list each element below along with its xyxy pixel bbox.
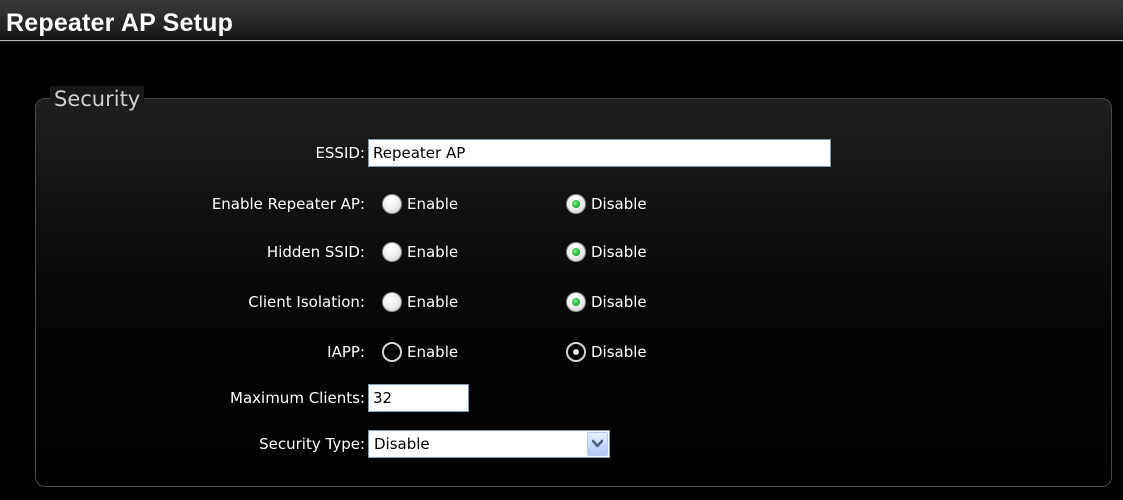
- client-isolation-enable-radio[interactable]: [382, 292, 402, 312]
- enable-repeater-ap-enable-text: Enable: [407, 195, 459, 213]
- hidden-ssid-disable-text: Disable: [591, 243, 647, 261]
- hidden-ssid-row: Hidden SSID: Enable Disable: [0, 237, 1123, 267]
- iapp-disable-radio[interactable]: [566, 342, 586, 362]
- iapp-label: IAPP:: [327, 343, 365, 361]
- hidden-ssid-enable-text: Enable: [407, 243, 459, 261]
- enable-repeater-ap-enable-option[interactable]: Enable: [382, 189, 458, 219]
- page-title: Repeater AP Setup: [6, 9, 234, 37]
- client-isolation-enable-text: Enable: [407, 293, 459, 311]
- iapp-enable-radio[interactable]: [382, 342, 402, 362]
- enable-repeater-ap-disable-option[interactable]: Disable: [566, 189, 647, 219]
- security-type-select[interactable]: Disable: [368, 430, 610, 458]
- chevron-down-icon[interactable]: [587, 432, 608, 456]
- maximum-clients-label: Maximum Clients:: [230, 389, 365, 407]
- iapp-row: IAPP: Enable Disable: [0, 337, 1123, 367]
- client-isolation-disable-option[interactable]: Disable: [566, 287, 647, 317]
- enable-repeater-ap-label: Enable Repeater AP:: [211, 195, 365, 213]
- essid-row: ESSID: Repeater AP: [0, 138, 1123, 168]
- client-isolation-row: Client Isolation: Enable Disable: [0, 287, 1123, 317]
- enable-repeater-ap-disable-text: Disable: [591, 195, 647, 213]
- enable-repeater-ap-disable-radio[interactable]: [566, 194, 586, 214]
- client-isolation-enable-option[interactable]: Enable: [382, 287, 458, 317]
- hidden-ssid-disable-radio[interactable]: [566, 242, 586, 262]
- iapp-disable-option[interactable]: Disable: [566, 337, 647, 367]
- security-type-label: Security Type:: [259, 435, 365, 453]
- enable-repeater-ap-enable-radio[interactable]: [382, 194, 402, 214]
- security-type-value: Disable: [374, 435, 430, 453]
- security-legend: Security: [50, 86, 145, 112]
- hidden-ssid-enable-option[interactable]: Enable: [382, 237, 458, 267]
- header-divider: [0, 40, 1123, 41]
- client-isolation-label: Client Isolation:: [248, 293, 365, 311]
- maximum-clients-row: Maximum Clients: 32: [0, 383, 1123, 413]
- page-header: Repeater AP Setup: [0, 0, 1123, 42]
- hidden-ssid-disable-option[interactable]: Disable: [566, 237, 647, 267]
- security-type-row: Security Type: Disable: [0, 429, 1123, 459]
- iapp-enable-text: Enable: [407, 343, 459, 361]
- enable-repeater-ap-row: Enable Repeater AP: Enable Disable: [0, 189, 1123, 219]
- iapp-disable-text: Disable: [591, 343, 647, 361]
- client-isolation-disable-text: Disable: [591, 293, 647, 311]
- iapp-enable-option[interactable]: Enable: [382, 337, 458, 367]
- maximum-clients-input[interactable]: 32: [368, 384, 469, 412]
- hidden-ssid-enable-radio[interactable]: [382, 242, 402, 262]
- client-isolation-disable-radio[interactable]: [566, 292, 586, 312]
- essid-input[interactable]: Repeater AP: [368, 139, 831, 167]
- hidden-ssid-label: Hidden SSID:: [266, 243, 365, 261]
- essid-label: ESSID:: [315, 144, 365, 162]
